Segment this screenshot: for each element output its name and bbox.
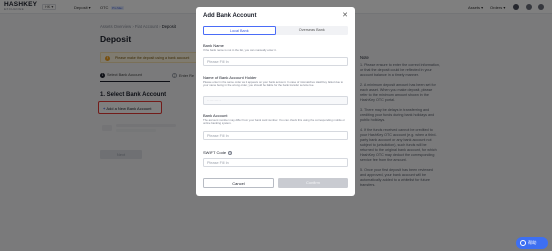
info-icon[interactable]: ? (228, 150, 233, 155)
bank-type-tabs: Local Bank Overseas Bank (203, 26, 348, 35)
tab-local-bank[interactable]: Local Bank (203, 26, 276, 35)
help-chat-button[interactable]: 帮助 (516, 237, 548, 249)
swift-code-input[interactable]: Please Fill In (203, 158, 348, 167)
close-icon[interactable]: ✕ (342, 12, 348, 19)
bank-name-help: If the bank name is not in the list, you… (203, 48, 277, 52)
bank-account-input[interactable]: Please Fill In (203, 131, 348, 140)
bank-account-help: The account number may differ from your … (203, 118, 346, 126)
tab-overseas-bank[interactable]: Overseas Bank (276, 26, 349, 35)
help-chat-label: 帮助 (528, 240, 537, 245)
holder-name-help: Please enter in the same order as it app… (203, 80, 344, 88)
holder-name-input[interactable]: ··········· (203, 96, 348, 105)
confirm-button[interactable]: Confirm (278, 178, 348, 188)
cancel-button[interactable]: Cancel (203, 178, 274, 188)
bank-name-input[interactable]: Please Fill In (203, 57, 348, 66)
chat-icon (520, 240, 526, 246)
add-bank-account-modal: Add Bank Account ✕ Local Bank Overseas B… (196, 7, 355, 196)
modal-title: Add Bank Account (203, 13, 257, 19)
swift-code-label: SWIFT Code ? (203, 150, 233, 155)
swift-code-label-text: SWIFT Code (203, 150, 227, 155)
